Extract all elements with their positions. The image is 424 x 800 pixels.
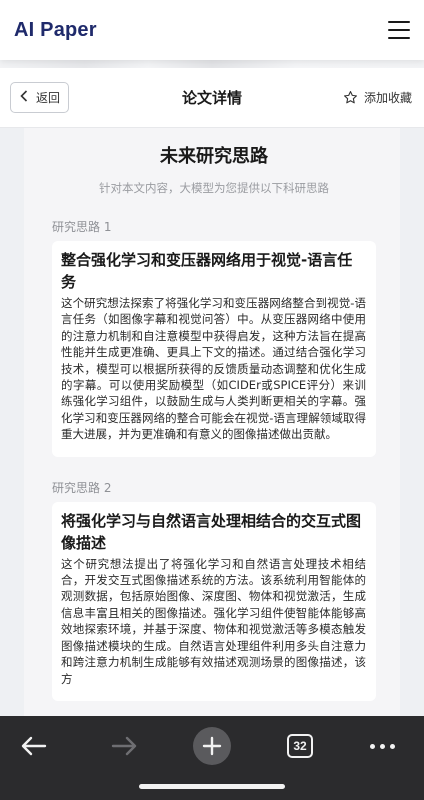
plus-icon: [193, 727, 231, 765]
toolbar-row: 32: [0, 722, 424, 770]
chevron-left-icon: [20, 90, 28, 105]
future-research-section: 未来研究思路 针对本文内容，大模型为您提供以下科研思路 研究思路 1 整合强化学…: [24, 128, 400, 718]
back-button[interactable]: 返回: [10, 82, 70, 113]
section-subtitle: 针对本文内容，大模型为您提供以下科研思路: [99, 181, 329, 195]
idea-title: 整合强化学习和变压器网络用于视觉-语言任务: [61, 251, 353, 291]
add-favorite-button[interactable]: 添加收藏: [343, 89, 412, 106]
idea-body: 这个研究想法提出了将强化学习和自然语言处理技术相结合，开发交互式图像描述系统的方…: [61, 556, 366, 686]
browser-toolbar: 32: [0, 716, 424, 800]
idea-title: 将强化学习与自然语言处理相结合的交互式图像描述: [61, 511, 362, 552]
idea-card: 整合强化学习和变压器网络用于视觉-语言任务 这个研究想法探索了将强化学习和变压器…: [52, 241, 376, 457]
new-tab-button[interactable]: [192, 722, 232, 770]
idea-body: 这个研究想法探索了将强化学习和变压器网络整合到视觉-语言任务（如图像字幕和视觉问…: [61, 296, 366, 442]
idea-label: 研究思路 2: [52, 480, 112, 495]
back-button-label: 返回: [36, 91, 61, 105]
forward-arrow-icon[interactable]: [104, 722, 144, 770]
idea-card: 将强化学习与自然语言处理相结合的交互式图像描述 这个研究想法提出了将强化学习和自…: [52, 501, 376, 701]
back-arrow-icon[interactable]: [14, 722, 54, 770]
home-indicator: [139, 784, 285, 789]
more-dots-icon[interactable]: [362, 722, 402, 770]
app-logo[interactable]: AI Paper: [14, 19, 97, 42]
hamburger-menu-icon[interactable]: [388, 21, 410, 39]
add-favorite-label: 添加收藏: [363, 91, 412, 105]
star-icon: [343, 90, 358, 105]
detail-header: 返回 论文详情 添加收藏: [0, 68, 424, 128]
section-title: 未来研究思路: [160, 146, 268, 167]
tab-count: 32: [287, 734, 313, 758]
idea-label: 研究思路 1: [52, 220, 112, 234]
app-header: AI Paper: [0, 0, 424, 60]
tabs-button[interactable]: 32: [284, 722, 316, 770]
